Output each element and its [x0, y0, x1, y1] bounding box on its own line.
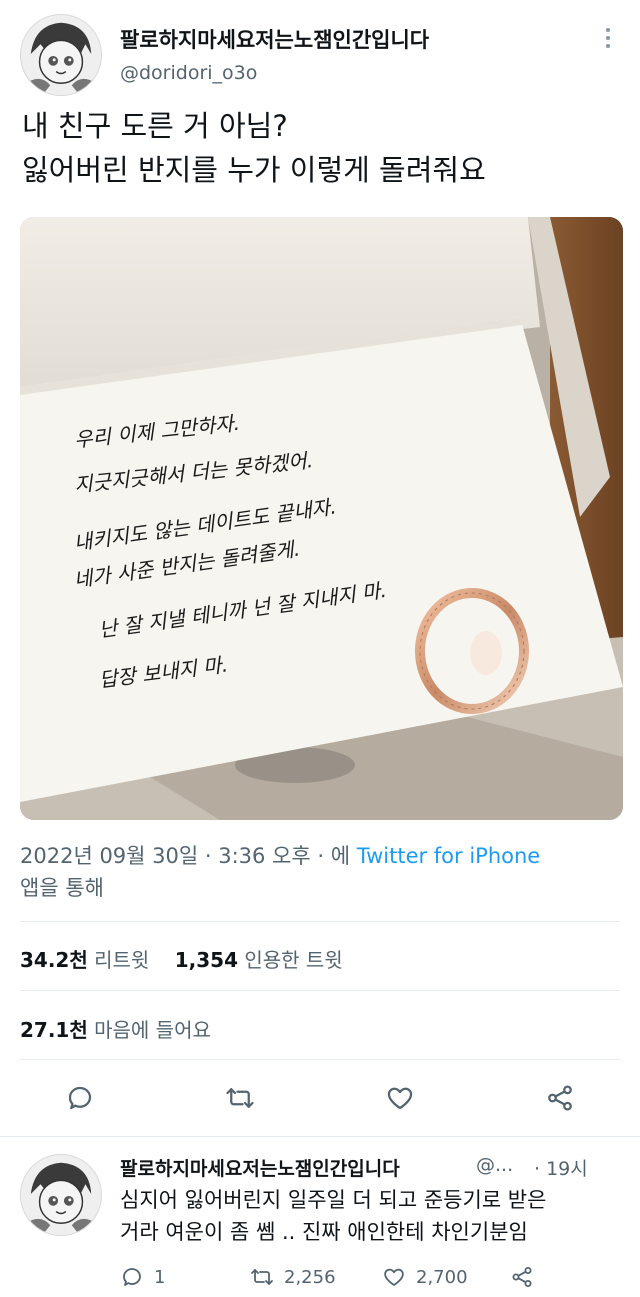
divider [20, 1059, 620, 1060]
retweet-icon [251, 1269, 273, 1285]
retweets-label: 리트윗 [94, 948, 150, 972]
tweet-text: 내 친구 도른 거 아님? 잃어버린 반지를 누가 이렇게 돌려줘요 [22, 104, 622, 192]
reply-like-button[interactable]: 2,700 [382, 1262, 468, 1292]
more-vertical-icon[interactable] [598, 26, 618, 50]
retweet-icon [226, 1088, 254, 1108]
reply-button[interactable] [60, 1078, 100, 1118]
reply-action-bar: 1 2,256 2,700 [120, 1262, 620, 1292]
reply-like-count: 2,700 [416, 1266, 468, 1288]
reply-text-line: 거라 여운이 좀 쎔 .. 진짜 애인한테 차인기분임 [120, 1220, 528, 1244]
reply-retweet-count: 2,256 [284, 1266, 336, 1288]
reply-share-button[interactable] [510, 1262, 534, 1292]
retweets-link[interactable]: 34.2천 리트윗 [20, 948, 149, 972]
quotes-label: 인용한 트윗 [244, 948, 343, 972]
likes-count: 27.1천 [20, 1018, 88, 1042]
divider [20, 990, 620, 991]
share-icon [512, 1267, 532, 1287]
reply-author-handle[interactable]: @... [476, 1154, 513, 1176]
reply-author-avatar[interactable] [20, 1154, 102, 1236]
author-avatar[interactable] [20, 14, 102, 96]
reply-author-name[interactable]: 팔로하지마세요저는노잼인간입니다 [120, 1154, 400, 1181]
share-icon [548, 1085, 572, 1111]
share-button[interactable] [540, 1078, 580, 1118]
reply-reply-count: 1 [154, 1266, 166, 1288]
reply-icon [123, 1268, 141, 1286]
divider [0, 1136, 640, 1137]
reply-text: 심지어 잃어버린지 일주일 더 되고 준등기로 받은 거라 여운이 좀 쎔 ..… [120, 1184, 620, 1248]
reply-reply-button[interactable]: 1 [120, 1262, 165, 1292]
tweet-photo[interactable]: 우리 이제 그만하자. 지긋지긋해서 더는 못하겠어. 내키지도 않는 데이트도… [20, 217, 623, 820]
like-button[interactable] [380, 1078, 420, 1118]
tweet-timestamp[interactable]: 2022년 09월 30일 · 3:36 오후 · 에 [20, 844, 350, 868]
retweets-count: 34.2천 [20, 948, 88, 972]
source-link[interactable]: Twitter for iPhone [357, 844, 541, 868]
heart-icon [384, 1268, 404, 1286]
quotes-link[interactable]: 1,354 인용한 트윗 [175, 948, 343, 972]
likes-link[interactable]: 27.1천 마음에 들어요 [20, 1014, 211, 1043]
reply-time[interactable]: · 19시 [534, 1154, 588, 1181]
retweet-button[interactable] [220, 1078, 260, 1118]
tweet-meta: 2022년 09월 30일 · 3:36 오후 · 에 Twitter for … [20, 840, 620, 904]
tweet-text-line: 내 친구 도른 거 아님? [22, 109, 288, 143]
tweet-action-bar [0, 1078, 640, 1120]
source-suffix: 앱을 통해 [20, 876, 104, 900]
heart-icon [387, 1087, 413, 1110]
quotes-count: 1,354 [174, 948, 239, 972]
author-handle[interactable]: @doridori_o3o [120, 62, 257, 84]
reply-icon [68, 1086, 92, 1110]
author-display-name[interactable]: 팔로하지마세요저는노잼인간입니다 [120, 24, 429, 54]
divider [20, 921, 620, 922]
retweet-stats: 34.2천 리트윗 1,354 인용한 트윗 [20, 944, 343, 973]
tweet-text-line: 잃어버린 반지를 누가 이렇게 돌려줘요 [22, 153, 486, 187]
likes-label: 마음에 들어요 [94, 1018, 211, 1042]
reply-retweet-button[interactable]: 2,256 [250, 1262, 336, 1292]
reply-text-line: 심지어 잃어버린지 일주일 더 되고 준등기로 받은 [120, 1188, 547, 1212]
